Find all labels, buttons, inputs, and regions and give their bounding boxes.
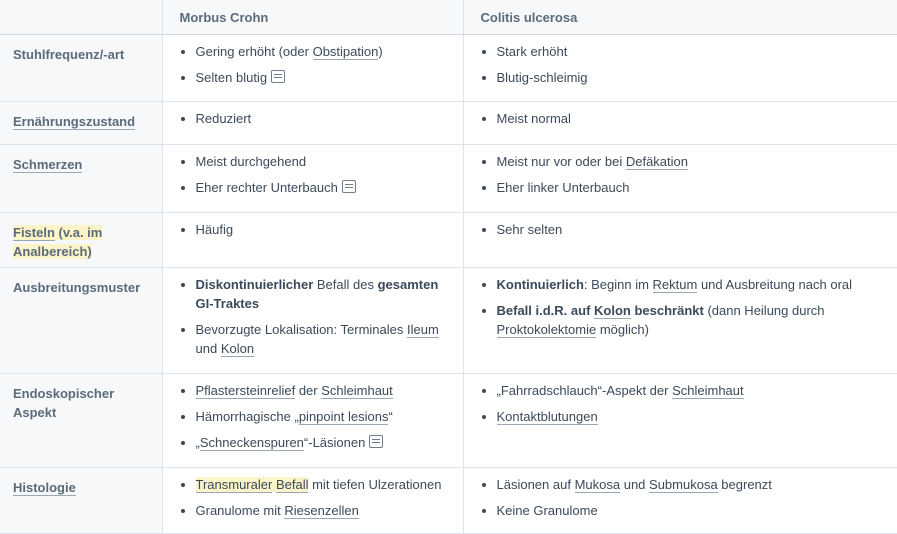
row-label-link[interactable]: Schmerzen <box>13 157 83 173</box>
colitis-cell: Stark erhöht Blutig-schleimig <box>462 34 897 102</box>
list-item: Hämorrhagische „pinpoint lesions“ <box>179 407 453 426</box>
row-label: Ausbreitungsmuster <box>0 267 162 374</box>
list-item: Eher linker Unterbauch <box>480 178 888 197</box>
note-icon[interactable] <box>271 70 286 83</box>
header-row: Morbus Crohn Colitis ulcerosa <box>0 0 897 35</box>
term-link[interactable]: Pflastersteinrelief <box>195 383 296 399</box>
list-item: Meist durchgehend <box>179 152 453 171</box>
column-header-crohn: Morbus Crohn <box>161 0 463 35</box>
note-icon[interactable] <box>341 180 356 193</box>
colitis-cell: Meist normal <box>462 101 897 145</box>
term-link[interactable]: Obstipation <box>312 44 379 60</box>
list-item: Keine Granulome <box>480 501 888 520</box>
table-row: Ernährungszustand Reduziert Meist normal <box>0 101 897 145</box>
row-label-link[interactable]: Ernährungszustand <box>13 114 136 130</box>
term-link[interactable]: Defäkation <box>625 154 688 170</box>
comparison-table: Morbus Crohn Colitis ulcerosa Stuhlfrequ… <box>0 0 897 534</box>
list-item: Häufig <box>179 220 453 239</box>
term-link[interactable]: Submukosa <box>649 477 718 493</box>
row-label: Stuhlfrequenz/-art <box>0 34 162 102</box>
term-link[interactable]: Ileum <box>407 322 439 338</box>
term-link[interactable]: Schneckenspuren <box>199 435 304 451</box>
term-link[interactable]: Transmuraler <box>195 477 273 493</box>
list-item: Befall i.d.R. auf Kolon beschränkt (dann… <box>480 301 888 339</box>
list-item: Kontaktblutungen <box>480 407 888 426</box>
term-link[interactable]: Kolon <box>594 303 631 319</box>
term-link[interactable]: Riesenzellen <box>284 503 359 519</box>
colitis-cell: Kontinuierlich: Beginn im Rektum und Aus… <box>462 267 897 374</box>
list-item: Granulome mit Riesenzellen <box>179 501 453 520</box>
term-link[interactable]: pinpoint lesions <box>298 409 389 425</box>
table-row: Endoskopischer Aspekt Pflastersteinrelie… <box>0 373 897 468</box>
list-item: Blutig-schleimig <box>480 68 888 87</box>
term-link[interactable]: Kontaktblutungen <box>496 409 598 425</box>
table-row: Histologie Transmuraler Befall mit tiefe… <box>0 467 897 534</box>
list-item: Läsionen auf Mukosa und Submukosa begren… <box>480 475 888 494</box>
crohn-cell: Häufig <box>161 212 463 268</box>
crohn-cell: Reduziert <box>161 101 463 145</box>
list-item: „Fahrradschlauch“-Aspekt der Schleimhaut <box>480 381 888 400</box>
colitis-cell: Sehr selten <box>462 212 897 268</box>
list-item: Meist nur vor oder bei Defäkation <box>480 152 888 171</box>
term-link[interactable]: Mukosa <box>574 477 621 493</box>
list-item: Transmuraler Befall mit tiefen Ulzeratio… <box>179 475 453 494</box>
column-header-colitis: Colitis ulcerosa <box>462 0 897 35</box>
table-row: Fisteln (v.a. im Analbereich) Häufig Seh… <box>0 212 897 268</box>
term-link[interactable]: Befall <box>275 477 309 493</box>
term-link[interactable]: Proktokolektomie <box>496 322 597 338</box>
header-corner <box>0 0 162 35</box>
crohn-cell: Diskontinuierlicher Befall des gesamten … <box>161 267 463 374</box>
list-item: Selten blutig <box>179 68 453 87</box>
row-label-link[interactable]: Histologie <box>13 480 76 496</box>
list-item: Eher rechter Unterbauch <box>179 178 453 197</box>
row-label: Schmerzen <box>0 144 162 213</box>
list-item: Meist normal <box>480 109 888 128</box>
list-item: Stark erhöht <box>480 42 888 61</box>
term-link[interactable]: Kolon <box>220 341 255 357</box>
list-item: Bevorzugte Lokalisation: Terminales Ileu… <box>179 320 453 358</box>
colitis-cell: Meist nur vor oder bei Defäkation Eher l… <box>462 144 897 213</box>
term-link[interactable]: Schleimhaut <box>321 383 393 399</box>
list-item: „Schneckenspuren“-Läsionen <box>179 433 453 452</box>
colitis-cell: „Fahrradschlauch“-Aspekt der Schleimhaut… <box>462 373 897 468</box>
row-label-link[interactable]: Fisteln <box>13 225 55 241</box>
term-link[interactable]: Rektum <box>652 277 698 293</box>
row-label: Histologie <box>0 467 162 534</box>
note-icon[interactable] <box>369 435 384 448</box>
list-item: Reduziert <box>179 109 453 128</box>
crohn-cell: Transmuraler Befall mit tiefen Ulzeratio… <box>161 467 463 534</box>
row-label: Endoskopischer Aspekt <box>0 373 162 468</box>
row-label: Fisteln (v.a. im Analbereich) <box>0 212 162 268</box>
table-row: Stuhlfrequenz/-art Gering erhöht (oder O… <box>0 34 897 102</box>
list-item: Diskontinuierlicher Befall des gesamten … <box>179 275 453 313</box>
term-link[interactable]: Schleimhaut <box>672 383 744 399</box>
row-label: Ernährungszustand <box>0 101 162 145</box>
table-row: Schmerzen Meist durchgehend Eher rechter… <box>0 144 897 213</box>
colitis-cell: Läsionen auf Mukosa und Submukosa begren… <box>462 467 897 534</box>
crohn-cell: Gering erhöht (oder Obstipation) Selten … <box>161 34 463 102</box>
crohn-cell: Pflastersteinrelief der Schleimhaut Hämo… <box>161 373 463 468</box>
table-row: Ausbreitungsmuster Diskontinuierlicher B… <box>0 267 897 374</box>
list-item: Kontinuierlich: Beginn im Rektum und Aus… <box>480 275 888 294</box>
list-item: Sehr selten <box>480 220 888 239</box>
list-item: Gering erhöht (oder Obstipation) <box>179 42 453 61</box>
list-item: Pflastersteinrelief der Schleimhaut <box>179 381 453 400</box>
crohn-cell: Meist durchgehend Eher rechter Unterbauc… <box>161 144 463 213</box>
